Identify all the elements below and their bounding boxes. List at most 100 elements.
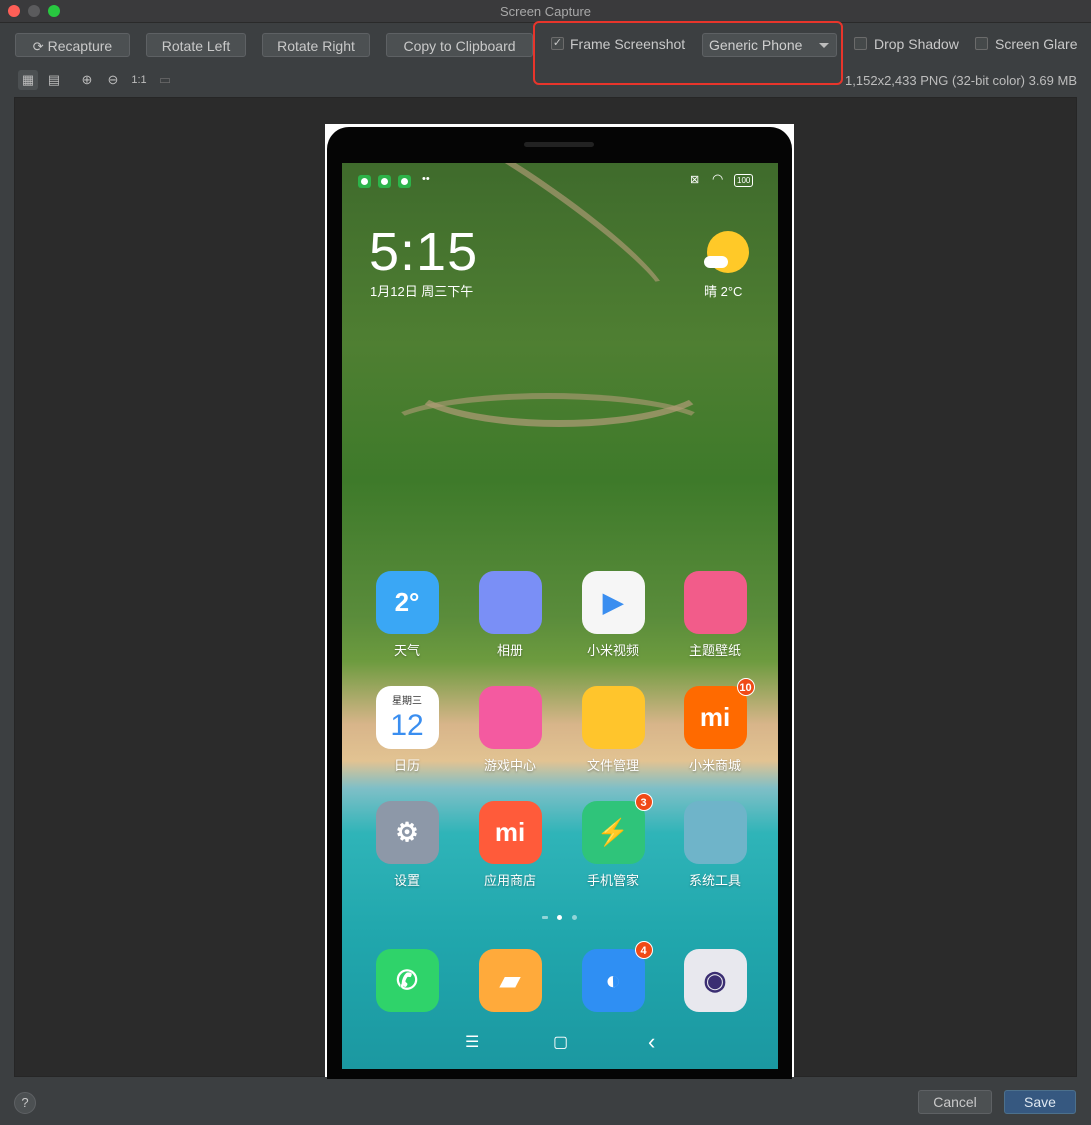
- app-icon: 2°: [375, 571, 439, 634]
- app-label: 手机管家: [586, 873, 639, 888]
- zoom-out-icon[interactable]: ⊖: [103, 70, 123, 90]
- dock-glyph: ◐: [605, 965, 621, 995]
- back-icon[interactable]: ‹: [648, 1029, 655, 1055]
- fit-screen-icon[interactable]: ▭: [155, 70, 175, 90]
- recapture-label: Recapture: [47, 38, 113, 54]
- notification-icon: [398, 175, 411, 188]
- wallpaper-road: [382, 393, 714, 465]
- app-icon: [683, 801, 747, 864]
- cloud-icon: [704, 256, 728, 268]
- messages-icon: ▰: [478, 949, 542, 1012]
- dock-app-browser[interactable]: ◐ 4: [573, 941, 653, 1012]
- clock-date: 1月12日 周三下午: [370, 284, 474, 299]
- image-info: 1,152x2,433 PNG (32-bit color) 3.69 MB: [845, 73, 1077, 88]
- app-icon: mi: [478, 801, 542, 864]
- page-dot: [542, 916, 548, 919]
- refresh-icon: ⟳: [32, 39, 44, 54]
- app-label: 主题壁纸: [688, 643, 741, 658]
- app-icon: 12 星期三: [375, 686, 439, 749]
- app-5[interactable]: 游戏中心: [470, 686, 550, 774]
- screen-glare-label: Screen Glare: [995, 36, 1078, 52]
- page-indicator: [542, 913, 582, 921]
- app-8[interactable]: ⚙ 设置: [367, 801, 447, 889]
- rotate-right-button[interactable]: Rotate Right: [262, 33, 370, 57]
- app-label: 应用商店: [483, 873, 536, 888]
- app-1[interactable]: 相册: [470, 571, 550, 659]
- app-icon: ⚡ 3: [581, 793, 653, 864]
- checkerboard-icon[interactable]: ▦: [18, 70, 38, 90]
- grid-icon[interactable]: ▤: [44, 70, 64, 90]
- app-7[interactable]: mi 10 小米商城: [675, 678, 755, 774]
- app-icon: mi 10: [683, 678, 755, 749]
- app-label: 天气: [393, 643, 420, 658]
- notification-badge: 10: [736, 678, 755, 696]
- battery-icon: 100: [734, 174, 754, 187]
- window-title: Screen Capture: [499, 4, 592, 19]
- wifi-icon: ◠: [712, 171, 724, 186]
- app-label: 文件管理: [586, 758, 639, 773]
- app-label: 设置: [393, 873, 420, 888]
- camera-icon: ◉: [683, 949, 747, 1012]
- notification-badge: 3: [634, 793, 653, 811]
- actual-size-button[interactable]: 1:1: [129, 70, 149, 90]
- app-label: 系统工具: [688, 873, 741, 888]
- app-label: 相册: [496, 643, 523, 658]
- app-glyph: [684, 801, 747, 864]
- rotate-left-button[interactable]: Rotate Left: [146, 33, 246, 57]
- app-glyph: ▶: [603, 587, 623, 617]
- more-notifications-icon: ••: [422, 173, 430, 185]
- app-6[interactable]: 文件管理: [573, 686, 653, 774]
- screen-glare-checkbox[interactable]: [975, 37, 988, 50]
- recapture-button[interactable]: ⟳ Recapture: [15, 33, 130, 57]
- notification-icon: [378, 175, 391, 188]
- clock-time: 5:15: [369, 222, 479, 282]
- cancel-button[interactable]: Cancel: [918, 1090, 992, 1114]
- dock-glyph: ◉: [703, 965, 727, 995]
- dock-app-messages[interactable]: ▰: [470, 949, 550, 1012]
- home-icon[interactable]: ▢: [553, 1032, 568, 1052]
- app-3[interactable]: 主题壁纸: [675, 571, 755, 659]
- zoom-in-icon[interactable]: ⊕: [77, 70, 97, 90]
- app-10[interactable]: ⚡ 3 手机管家: [573, 793, 653, 889]
- dock-glyph: ✆: [396, 965, 418, 995]
- app-icon: [581, 686, 645, 749]
- app-2[interactable]: ▶ 小米视频: [573, 571, 653, 659]
- app-icon: ⚙: [375, 801, 439, 864]
- phone-speaker: [524, 142, 594, 147]
- app-icon: [683, 571, 747, 634]
- app-glyph: [684, 571, 747, 634]
- phone-frame-preview: •• ⊠ ◠ 100 5:15 1月12日 周三下午 晴 2°C 2° 天气 相册 ▶…: [325, 124, 794, 1079]
- help-button[interactable]: ?: [14, 1092, 36, 1114]
- status-bar: •• ⊠ ◠ 100: [342, 171, 778, 189]
- app-label: 小米商城: [688, 758, 741, 773]
- app-glyph: [582, 686, 645, 749]
- app-9[interactable]: mi 应用商店: [470, 801, 550, 889]
- phone-screen: •• ⊠ ◠ 100 5:15 1月12日 周三下午 晴 2°C 2° 天气 相册 ▶…: [342, 163, 778, 1069]
- app-11[interactable]: 系统工具: [675, 801, 755, 889]
- app-glyph: mi: [494, 817, 526, 847]
- dock-app-camera[interactable]: ◉: [675, 949, 755, 1012]
- notification-badge: 4: [634, 941, 653, 959]
- app-icon: [478, 571, 542, 634]
- app-glyph: ⚡: [596, 817, 630, 847]
- drop-shadow-label: Drop Shadow: [874, 36, 959, 52]
- weather-text: 晴 2°C: [704, 284, 743, 299]
- phone-icon: ✆: [375, 949, 439, 1012]
- app-glyph: [479, 686, 542, 749]
- copy-to-clipboard-button[interactable]: Copy to Clipboard: [386, 33, 533, 57]
- app-glyph: 2°: [394, 587, 420, 617]
- phone-body: •• ⊠ ◠ 100 5:15 1月12日 周三下午 晴 2°C 2° 天气 相册 ▶…: [327, 127, 792, 1079]
- app-0[interactable]: 2° 天气: [367, 571, 447, 659]
- app-icon: [478, 686, 542, 749]
- app-glyph: ⚙: [395, 817, 419, 847]
- window-titlebar: Screen Capture: [0, 0, 1091, 23]
- annotation-highlight-box: [533, 21, 843, 85]
- app-4[interactable]: 12 星期三 日历: [367, 686, 447, 774]
- dock-app-phone[interactable]: ✆: [367, 949, 447, 1012]
- save-button[interactable]: Save: [1004, 1090, 1076, 1114]
- app-label: 小米视频: [586, 643, 639, 658]
- drop-shadow-checkbox[interactable]: [854, 37, 867, 50]
- app-icon: ▶: [581, 571, 645, 634]
- menu-icon[interactable]: ☰: [465, 1032, 479, 1052]
- notification-icon: [358, 175, 371, 188]
